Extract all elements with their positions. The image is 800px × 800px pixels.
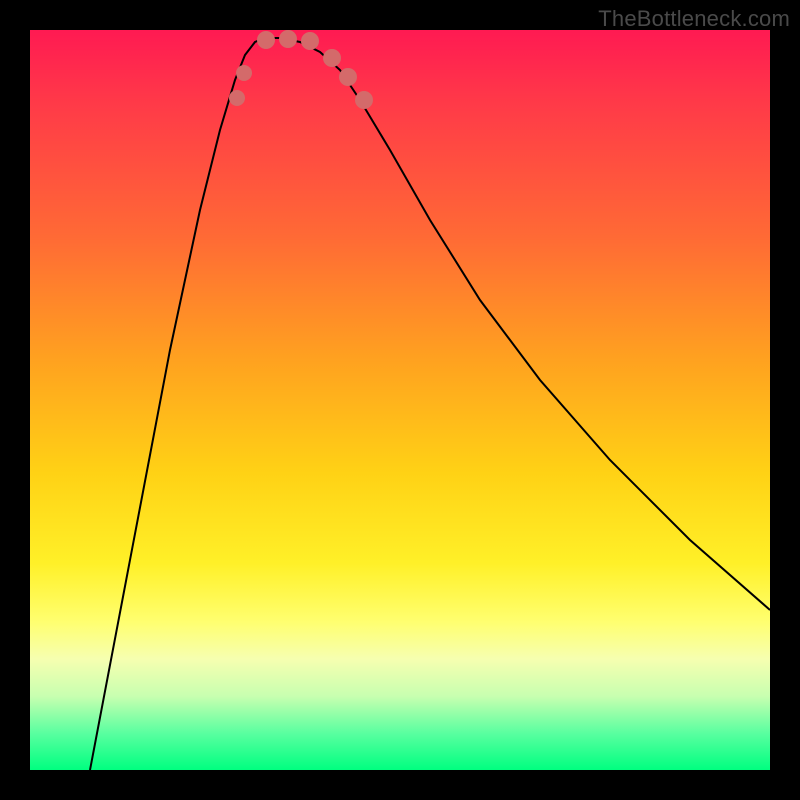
right-marker-3 (355, 91, 373, 109)
bottom-marker-2 (279, 30, 297, 48)
chart-svg (30, 30, 770, 770)
bottom-marker-1 (257, 31, 275, 49)
right-marker-2 (339, 68, 357, 86)
watermark-text: TheBottleneck.com (598, 6, 790, 32)
chart-frame: TheBottleneck.com (0, 0, 800, 800)
left-marker-2 (236, 65, 252, 81)
left-marker-1 (229, 90, 245, 106)
chart-curve (90, 38, 770, 770)
bottom-marker-3 (301, 32, 319, 50)
right-marker-1 (323, 49, 341, 67)
chart-plot-area (30, 30, 770, 770)
curve-bottleneck-curve (90, 38, 770, 770)
